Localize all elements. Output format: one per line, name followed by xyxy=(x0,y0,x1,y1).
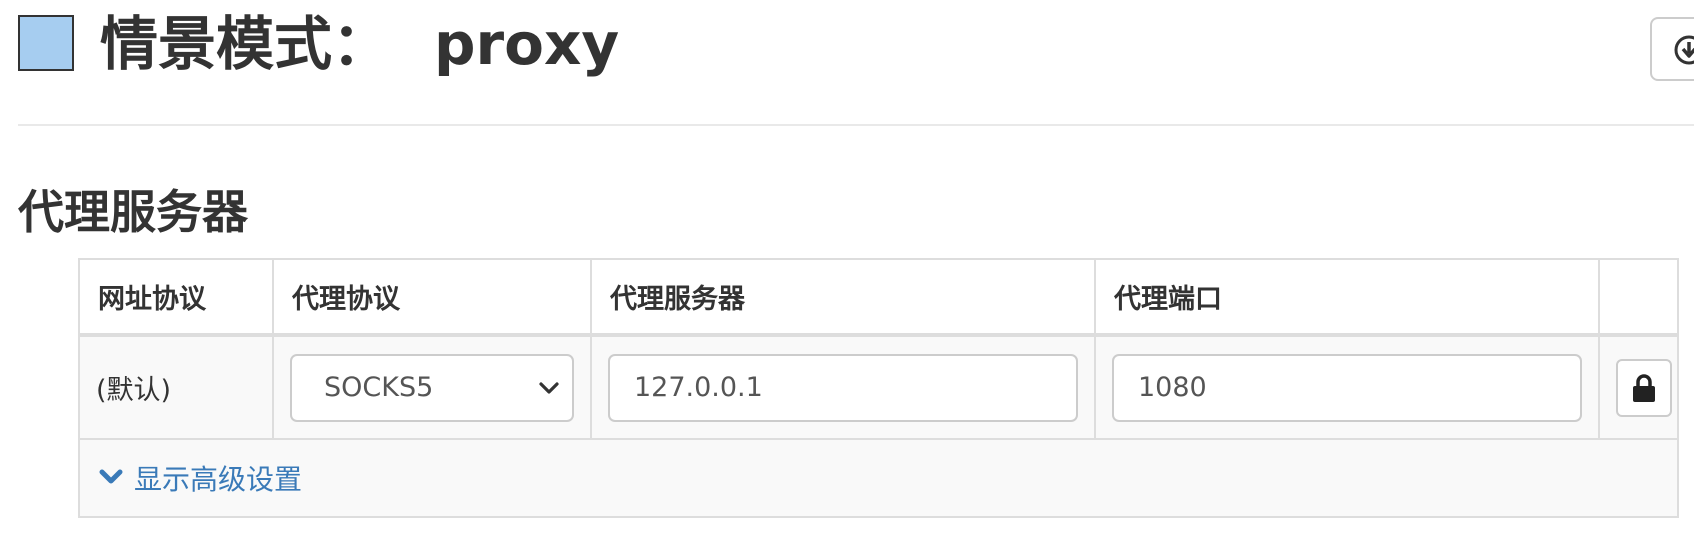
protocol-select-value: SOCKS5 xyxy=(324,371,434,403)
export-button[interactable] xyxy=(1650,17,1694,81)
proxy-server-table: 网址协议 代理协议 代理服务器 代理端口 (默认) SOCKS5 127.0.0… xyxy=(78,258,1679,518)
advanced-settings-cell: 显示高级设置 xyxy=(78,438,1679,518)
section-title: 代理服务器 xyxy=(18,185,248,239)
column-header-port: 代理端口 xyxy=(1094,258,1600,336)
column-header-server: 代理服务器 xyxy=(590,258,1096,336)
chevron-down-icon xyxy=(539,381,559,394)
profile-color-swatch[interactable] xyxy=(18,15,74,71)
column-header-scheme: 网址协议 xyxy=(78,258,274,336)
authentication-button[interactable] xyxy=(1616,358,1672,417)
proxy-server-input[interactable] xyxy=(608,353,1078,422)
lock-icon xyxy=(1633,373,1655,402)
scheme-cell: (默认) xyxy=(78,334,274,440)
profile-name: proxy xyxy=(434,10,620,78)
download-icon xyxy=(1674,35,1694,65)
protocol-select[interactable]: SOCKS5 xyxy=(290,353,574,422)
table-row: (默认) SOCKS5 xyxy=(78,334,1679,440)
page-header: 情景模式： proxy xyxy=(0,0,1694,124)
table-header-row: 网址协议 代理协议 代理服务器 代理端口 xyxy=(78,258,1679,336)
port-cell xyxy=(1094,334,1600,440)
show-advanced-settings-link[interactable]: 显示高级设置 xyxy=(98,458,302,498)
page-title: 情景模式： proxy xyxy=(100,8,619,80)
column-header-protocol: 代理协议 xyxy=(272,258,592,336)
chevron-down-icon xyxy=(99,469,123,484)
column-header-action xyxy=(1598,258,1679,336)
action-cell xyxy=(1598,334,1679,440)
header-divider xyxy=(18,124,1694,126)
show-advanced-settings-label: 显示高级设置 xyxy=(134,463,303,496)
protocol-cell: SOCKS5 xyxy=(272,334,592,440)
proxy-port-input[interactable] xyxy=(1112,353,1582,422)
page-title-label: 情景模式： xyxy=(100,10,391,78)
advanced-settings-row: 显示高级设置 xyxy=(78,438,1679,518)
server-cell xyxy=(590,334,1096,440)
